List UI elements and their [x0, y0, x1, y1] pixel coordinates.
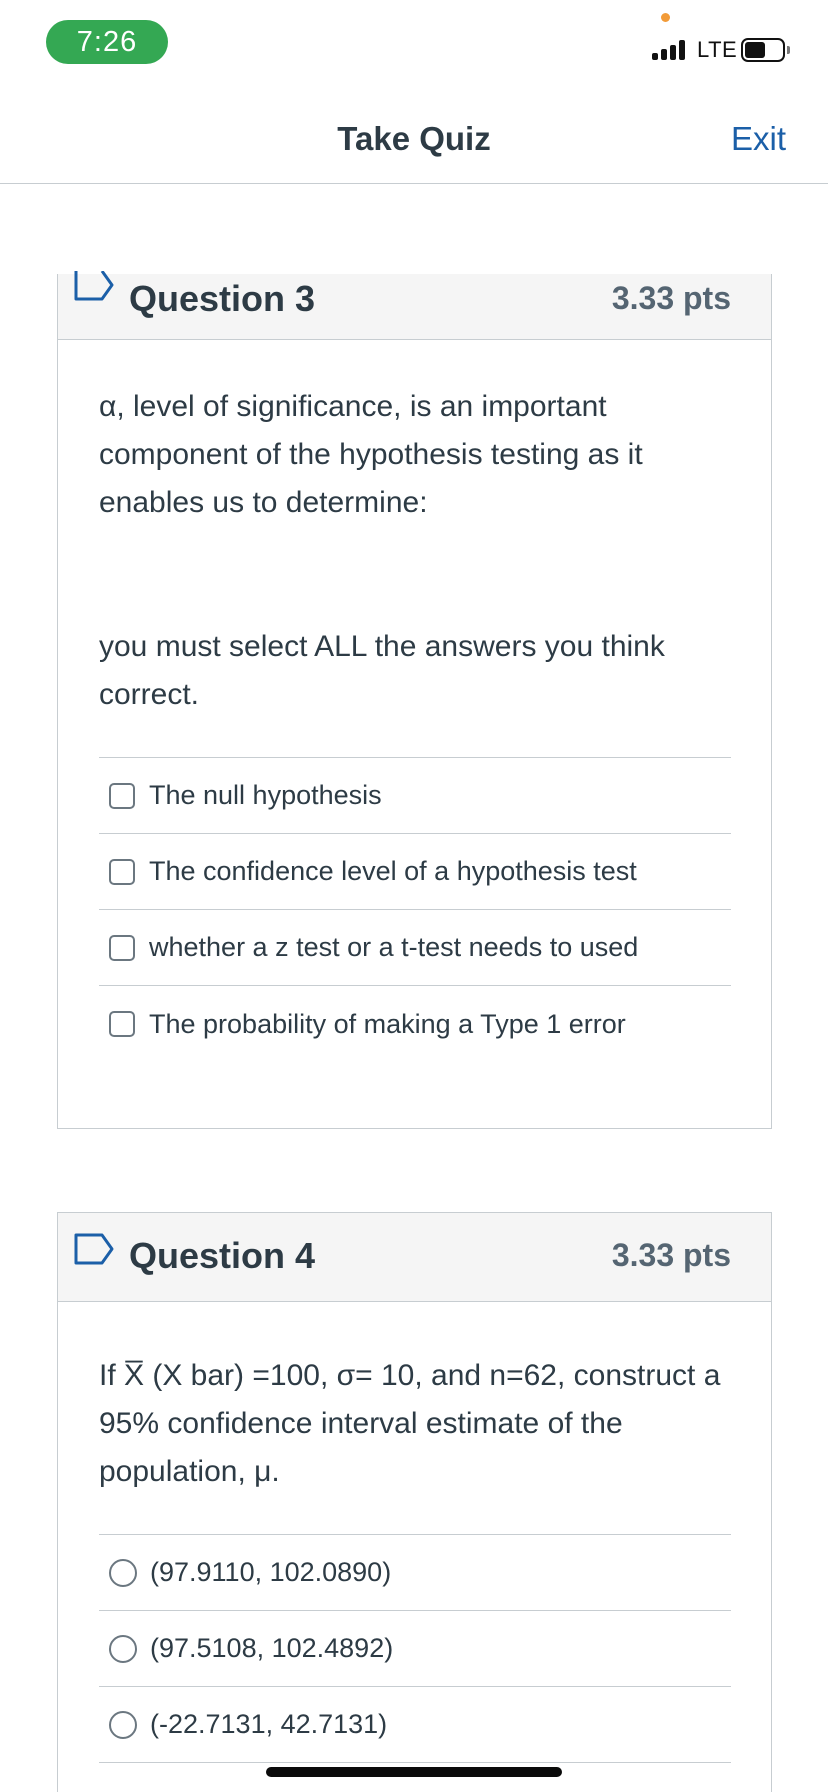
question-card-4: Question 4 3.33 pts If X̅ (X bar) =100, … [57, 1212, 772, 1792]
answer-option[interactable]: The null hypothesis [99, 758, 731, 834]
question-text: If X̅ (X bar) =100, σ= 10, and n=62, con… [99, 1359, 721, 1488]
radio-button[interactable] [109, 1558, 137, 1587]
bookmark-flag-icon[interactable] [74, 271, 114, 303]
battery-icon [741, 38, 785, 62]
cellular-signal-icon [652, 40, 688, 60]
home-indicator[interactable] [266, 1767, 562, 1777]
quiz-header: Take Quiz Exit [0, 100, 828, 184]
question-points: 3.33 pts [611, 1237, 731, 1273]
exit-link[interactable]: Exit [731, 120, 786, 158]
answer-list: The null hypothesis The confidence level… [99, 757, 731, 1062]
answer-option[interactable]: (97.9110, 102.0890) [99, 1535, 731, 1611]
answer-label: whether a z test or a t-test needs to us… [149, 932, 639, 962]
question-points: 3.33 pts [611, 280, 731, 316]
battery-tip [787, 46, 790, 54]
question-title: Question 3 [129, 278, 316, 319]
answer-option[interactable]: (97.5108, 102.4892) [99, 1611, 731, 1687]
answer-label: The probability of making a Type 1 error [149, 1008, 626, 1039]
radio-button[interactable] [109, 1634, 137, 1663]
checkbox[interactable] [109, 858, 135, 885]
question-header: Question 4 3.33 pts [58, 1213, 771, 1302]
question-body: α, level of significance, is an importan… [58, 383, 771, 1062]
checkbox[interactable] [109, 782, 135, 809]
page-title: Take Quiz [337, 120, 491, 157]
status-time: 7:26 [46, 20, 168, 64]
privacy-indicator-dot [661, 13, 670, 22]
answer-option[interactable]: The probability of making a Type 1 error [99, 986, 731, 1062]
answer-label: (-22.7131, 42.7131) [150, 1709, 388, 1739]
answer-option[interactable]: The confidence level of a hypothesis tes… [99, 834, 731, 910]
bookmark-flag-icon[interactable] [74, 1233, 114, 1265]
question-title: Question 4 [129, 1235, 316, 1276]
checkbox[interactable] [109, 1011, 135, 1037]
answer-label: (97.9110, 102.0890) [150, 1557, 392, 1587]
status-bar: 7:26 LTE [0, 0, 828, 90]
answer-list: (97.9110, 102.0890) (97.5108, 102.4892) … [99, 1534, 731, 1763]
network-type: LTE [697, 37, 738, 62]
question-body: If X̅ (X bar) =100, σ= 10, and n=62, con… [58, 1352, 771, 1763]
checkbox[interactable] [109, 934, 135, 961]
answer-label: The null hypothesis [149, 780, 382, 810]
answer-label: (97.5108, 102.4892) [150, 1633, 394, 1663]
answer-option[interactable]: (-22.7131, 42.7131) [99, 1687, 731, 1763]
radio-button[interactable] [109, 1710, 137, 1739]
question-instruction: you must select ALL the answers you thin… [99, 630, 665, 711]
question-card-3: Question 3 3.33 pts α, level of signific… [57, 271, 772, 1129]
answer-option[interactable]: whether a z test or a t-test needs to us… [99, 910, 731, 986]
question-header: Question 3 3.33 pts [58, 271, 771, 340]
question-text: α, level of significance, is an importan… [99, 390, 643, 519]
answer-label: The confidence level of a hypothesis tes… [149, 856, 637, 886]
